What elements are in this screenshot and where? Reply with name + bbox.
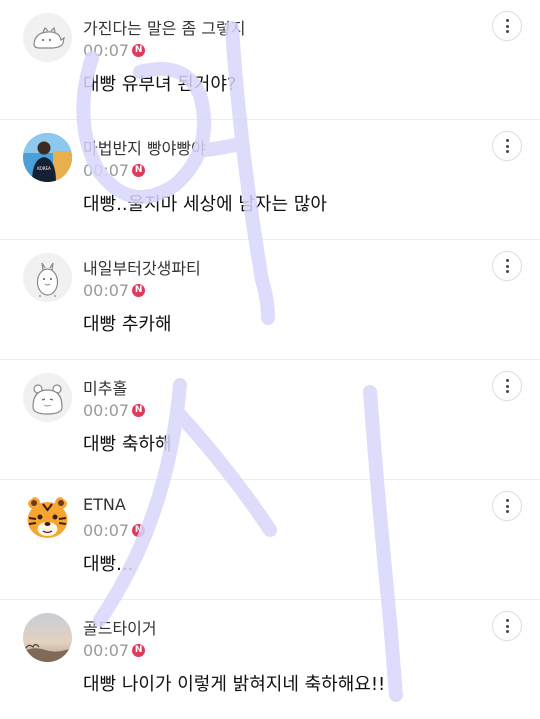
avatar[interactable] [23,13,72,62]
sketch-bear-icon [23,373,72,422]
comment-item: 가진다는 말은 좀 그렇지 00:07 N 대빵 유부녀 된거야? [0,0,540,120]
comment-text: 대빵... [83,554,134,575]
comment-meta: 00:07 N [83,401,146,420]
person-photo-icon: KOREA [23,133,72,182]
sunset-photo-icon [23,613,72,662]
more-vertical-icon [506,259,509,276]
comment-item: KOREA 마법반지 빵야빵야 00:07 N 대빵..울지마 세상에 남자는 … [0,120,540,240]
more-vertical-icon [506,619,509,636]
avatar[interactable] [23,253,72,302]
avatar[interactable] [23,613,72,662]
avatar[interactable] [23,373,72,422]
comment-meta: 00:07 N [83,161,146,180]
timestamp: 00:07 [83,521,130,540]
svg-text:KOREA: KOREA [37,166,51,171]
comment-text: 대빵..울지마 세상에 남자는 많아 [83,194,327,215]
avatar[interactable]: KOREA [23,133,72,182]
comment-item: 내일부터갓생파티 00:07 N 대빵 추카해 [0,240,540,360]
more-vertical-icon [506,19,509,36]
more-vertical-icon [506,139,509,156]
more-options-button[interactable] [492,491,522,521]
new-badge: N [132,404,146,417]
new-badge: N [132,44,146,57]
sketch-animal-icon [23,13,72,62]
comment-meta: 00:07 N [83,281,146,300]
timestamp: 00:07 [83,401,130,420]
more-options-button[interactable] [492,131,522,161]
comment-item: 골드타이거 00:07 N 대빵 나이가 이렇게 밝혀지네 축하해요!! [0,600,540,719]
more-options-button[interactable] [492,371,522,401]
comment-meta: 00:07 N [83,521,146,540]
timestamp: 00:07 [83,41,130,60]
more-options-button[interactable] [492,11,522,41]
new-badge: N [132,644,146,657]
timestamp: 00:07 [83,641,130,660]
new-badge: N [132,524,146,537]
sketch-bunny-icon [23,253,72,302]
comment-item: 미추홀 00:07 N 대빵 축하해 [0,360,540,480]
nickname[interactable]: 내일부터갓생파티 [83,255,201,279]
tiger-face-icon [23,493,72,542]
nickname[interactable]: ETNA [83,495,126,514]
comment-text: 대빵 추카해 [83,314,172,335]
more-options-button[interactable] [492,251,522,281]
nickname[interactable]: 미추홀 [83,375,127,399]
nickname[interactable]: 가진다는 말은 좀 그렇지 [83,15,245,39]
nickname[interactable]: 골드타이거 [83,615,157,639]
comment-item: ETNA 00:07 N 대빵... [0,480,540,600]
new-badge: N [132,164,146,177]
more-vertical-icon [506,499,509,516]
timestamp: 00:07 [83,281,130,300]
comment-meta: 00:07 N [83,41,146,60]
more-options-button[interactable] [492,611,522,641]
nickname[interactable]: 마법반지 빵야빵야 [83,135,206,159]
comment-text: 대빵 나이가 이렇게 밝혀지네 축하해요!! [83,674,386,695]
comment-meta: 00:07 N [83,641,146,660]
comment-text: 대빵 유부녀 된거야? [83,74,237,95]
more-vertical-icon [506,379,509,396]
comment-text: 대빵 축하해 [83,434,172,455]
timestamp: 00:07 [83,161,130,180]
avatar[interactable] [23,493,72,542]
new-badge: N [132,284,146,297]
